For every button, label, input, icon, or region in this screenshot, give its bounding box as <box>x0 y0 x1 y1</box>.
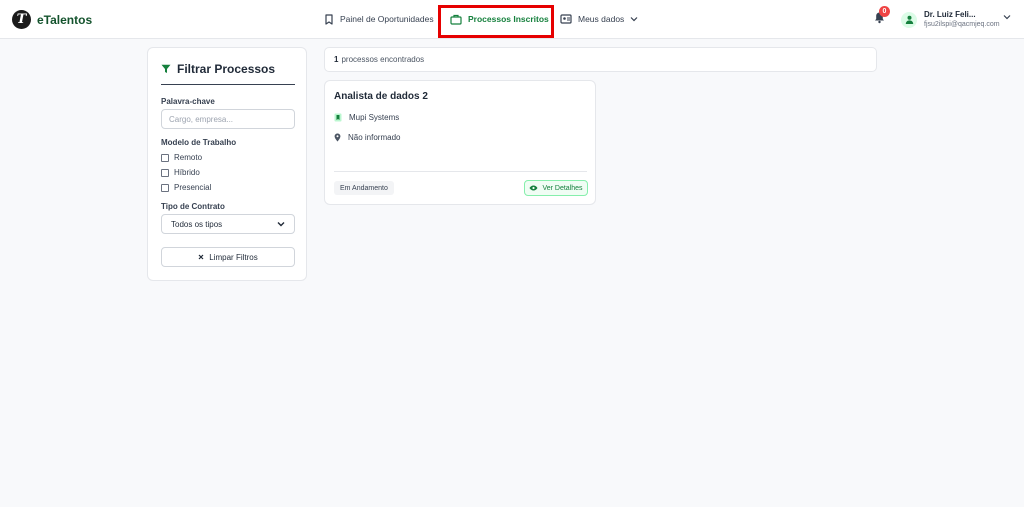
checkbox-hibrido[interactable]: Híbrido <box>161 168 200 177</box>
divider <box>334 171 587 172</box>
contract-type-label: Tipo de Contrato <box>161 202 225 211</box>
active-tab-indicator <box>446 36 550 38</box>
select-value: Todos os tipos <box>171 219 223 229</box>
nav-meus-dados[interactable]: Meus dados <box>560 0 638 38</box>
contract-type-select[interactable]: Todos os tipos <box>161 214 295 234</box>
chevron-down-icon[interactable] <box>1003 14 1011 20</box>
clear-filters-button[interactable]: Limpar Filtros <box>161 247 295 267</box>
filter-title-text: Filtrar Processos <box>177 62 276 76</box>
checkbox-remoto[interactable]: Remoto <box>161 153 202 162</box>
checkbox-label: Híbrido <box>174 168 200 177</box>
briefcase-icon <box>450 14 462 25</box>
keyword-label: Palavra-chave <box>161 97 215 106</box>
checkbox-label: Remoto <box>174 153 203 162</box>
eye-icon <box>529 185 538 191</box>
top-header: T eTalentos Painel de Oportunidades Proc… <box>0 0 1024 39</box>
user-icon <box>905 15 913 24</box>
nav-processos-inscritos[interactable]: Processos Inscritos <box>450 0 549 38</box>
process-card[interactable]: Analista de dados 2 Mupi Systems Não inf… <box>324 80 596 205</box>
location-text: Não informado <box>348 133 401 142</box>
nav-label: Painel de Oportunidades <box>340 14 434 24</box>
avatar <box>901 11 917 28</box>
location-line: Não informado <box>334 133 400 142</box>
checkbox[interactable] <box>161 168 169 177</box>
status-badge: Em Andamento <box>334 181 394 195</box>
company-icon <box>334 113 342 122</box>
work-model-label: Modelo de Trabalho <box>161 138 237 147</box>
filter-icon <box>161 64 171 73</box>
divider <box>161 84 295 85</box>
user-menu[interactable]: Dr. Luiz Feli... fjsu2ilspi@qacmjeq.com <box>901 9 1000 30</box>
checkbox-label: Presencial <box>174 183 212 192</box>
results-suffix: processos encontrados <box>341 55 425 64</box>
company-line: Mupi Systems <box>334 113 399 122</box>
chevron-down-icon <box>277 222 285 227</box>
nav-label: Processos Inscritos <box>468 14 549 24</box>
company-name: Mupi Systems <box>349 113 400 122</box>
clear-filters-label: Limpar Filtros <box>209 252 258 262</box>
results-count: 1 <box>334 55 339 64</box>
map-pin-icon <box>334 133 341 142</box>
checkbox[interactable] <box>161 183 169 192</box>
results-count-bar: 1 processos encontrados <box>324 47 877 72</box>
brand-logo[interactable]: T eTalentos <box>12 10 92 29</box>
logo-mark-icon: T <box>12 10 31 29</box>
nav-label: Meus dados <box>578 14 625 24</box>
notification-badge: 0 <box>879 6 890 17</box>
close-icon <box>198 254 204 260</box>
process-title: Analista de dados 2 <box>334 91 428 102</box>
filter-title: Filtrar Processos <box>161 62 275 76</box>
brand-name: eTalentos <box>37 12 93 27</box>
keyword-input[interactable] <box>161 109 295 129</box>
user-email: fjsu2ilspi@qacmjeq.com <box>924 21 1000 28</box>
id-card-icon <box>560 14 572 24</box>
view-details-button[interactable]: Ver Detalhes <box>524 180 588 196</box>
bookmark-icon <box>325 13 333 25</box>
nav-painel-oportunidades[interactable]: Painel de Oportunidades <box>324 0 434 38</box>
checkbox[interactable] <box>161 153 169 162</box>
view-details-label: Ver Detalhes <box>542 184 583 192</box>
user-name: Dr. Luiz Feli... <box>924 10 976 19</box>
checkbox-presencial[interactable]: Presencial <box>161 183 211 192</box>
filter-panel: Filtrar Processos Palavra-chave Modelo d… <box>147 47 307 281</box>
chevron-down-icon <box>630 17 638 22</box>
